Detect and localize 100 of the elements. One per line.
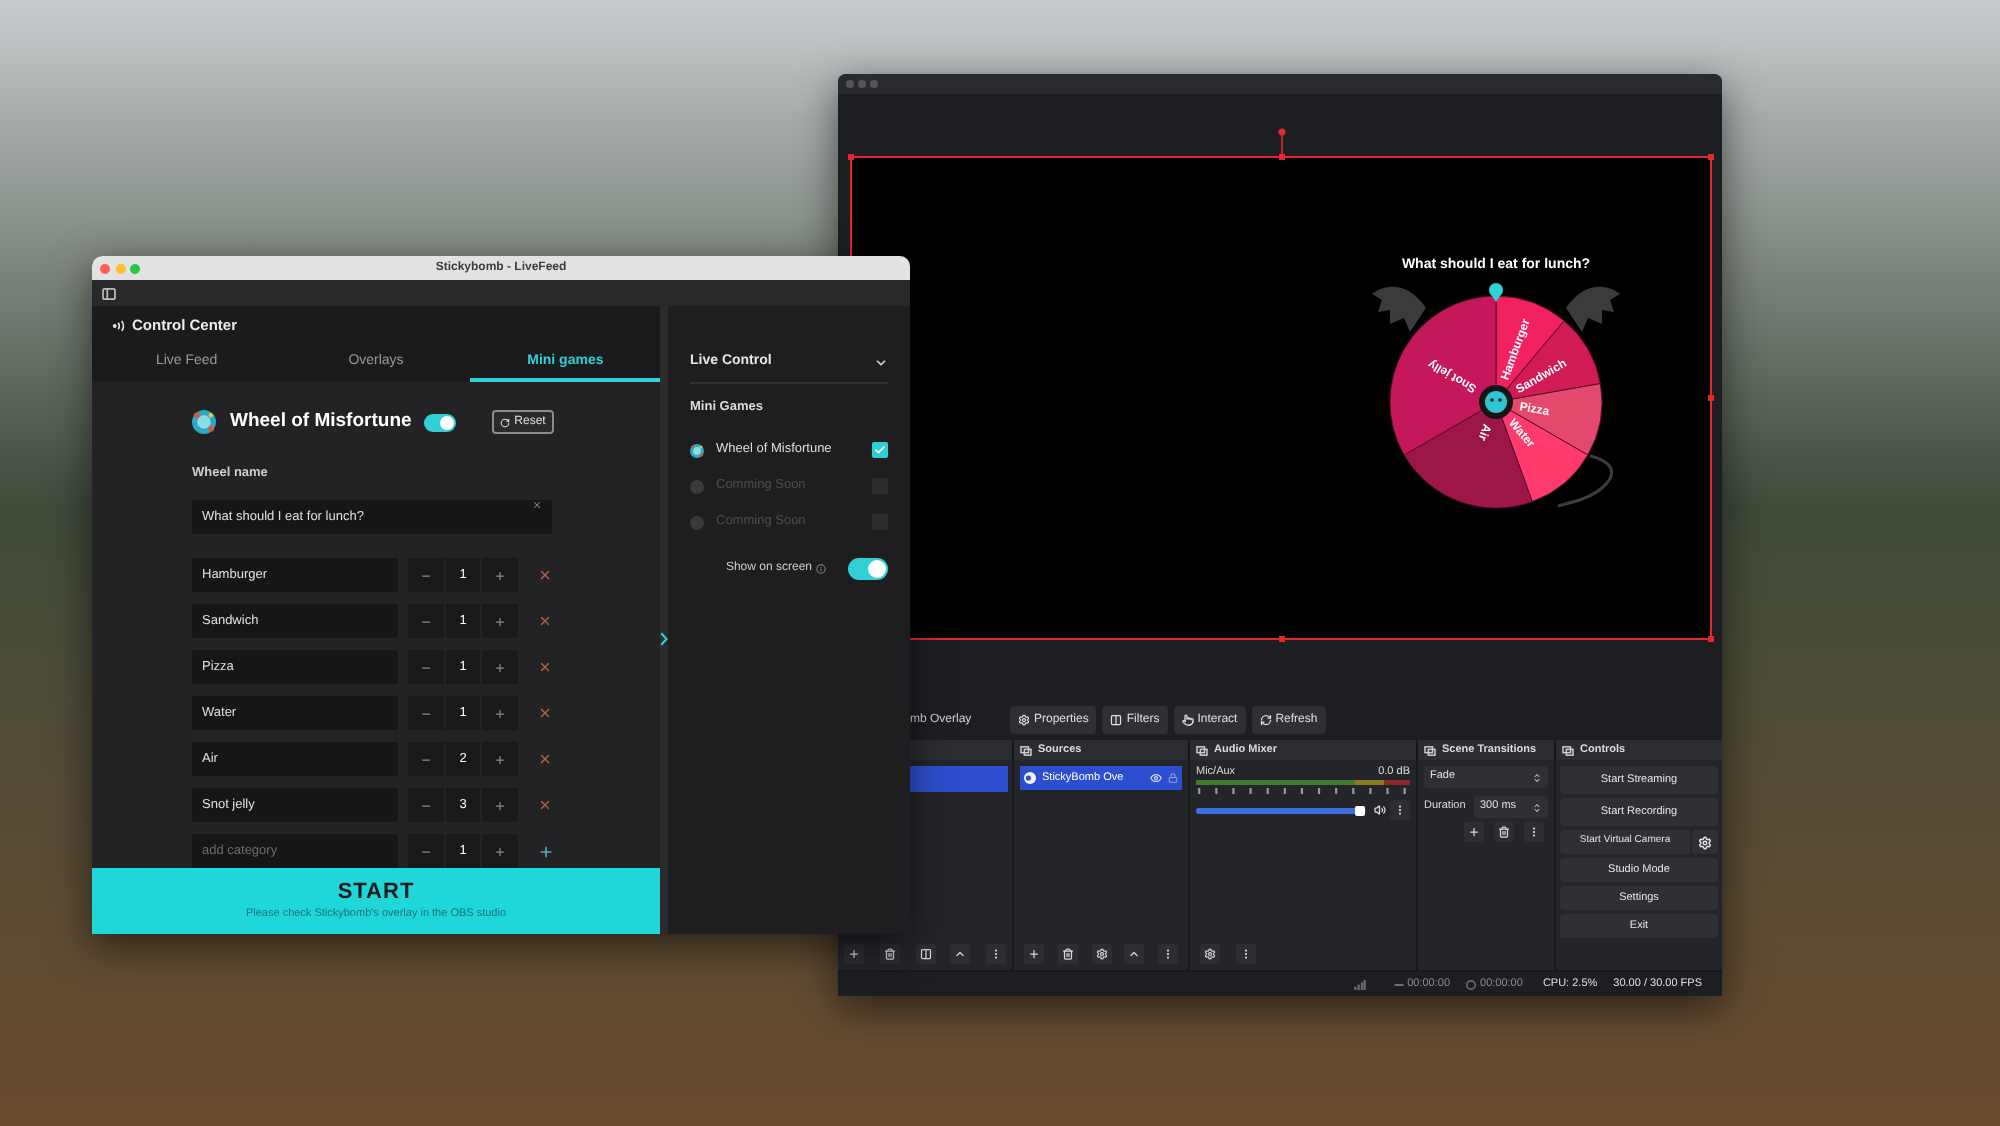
- rotate-handle[interactable]: [1277, 128, 1285, 156]
- hub-icon: [1479, 385, 1513, 419]
- delete-icon[interactable]: [538, 752, 552, 766]
- resize-handle[interactable]: [1708, 154, 1714, 160]
- increment-button[interactable]: [482, 650, 518, 684]
- toggle-switch[interactable]: [423, 413, 456, 431]
- close-button[interactable]: [100, 263, 110, 273]
- delete-icon[interactable]: [538, 614, 552, 628]
- resize-handle[interactable]: [848, 154, 854, 160]
- zoom-button[interactable]: [870, 80, 878, 88]
- refresh-icon: [500, 417, 511, 427]
- chevron-up-icon: [1128, 948, 1141, 960]
- minus-icon: [420, 845, 432, 857]
- settings-button[interactable]: [1091, 944, 1111, 964]
- game-icon: [192, 410, 216, 434]
- eye-icon[interactable]: [1150, 772, 1162, 784]
- start-button[interactable]: START: [337, 880, 415, 906]
- columns-icon: [919, 948, 931, 960]
- broadcast-icon: [112, 320, 126, 332]
- add-button[interactable]: [1024, 944, 1044, 964]
- menu-button[interactable]: [1524, 822, 1544, 842]
- sidebar-icon[interactable]: [102, 287, 116, 299]
- dock-icon: [1020, 745, 1032, 755]
- menu-button[interactable]: [1236, 944, 1256, 964]
- tail-shape: [1557, 454, 1613, 508]
- delete-icon[interactable]: [538, 660, 552, 674]
- refresh-icon: [1259, 714, 1272, 726]
- menu-button[interactable]: [986, 944, 1006, 964]
- speaker-icon[interactable]: [1374, 804, 1386, 816]
- delete-icon[interactable]: [538, 706, 552, 720]
- menu-button[interactable]: [1158, 944, 1178, 964]
- chevron-up-icon: [954, 948, 967, 960]
- checkbox[interactable]: [872, 442, 888, 458]
- plus-icon: [494, 569, 506, 581]
- plus-icon: [1468, 826, 1480, 838]
- increment-button[interactable]: [482, 558, 518, 592]
- increment-button[interactable]: [482, 742, 518, 776]
- game-icon: [690, 515, 704, 529]
- add-icon[interactable]: [538, 843, 554, 859]
- chevron-down-icon[interactable]: [874, 355, 888, 369]
- game-title: Wheel of Misfortune: [230, 407, 412, 436]
- resize-handle[interactable]: [1278, 154, 1284, 160]
- dock-icon: [1424, 745, 1436, 755]
- lock-icon[interactable]: [1168, 772, 1178, 784]
- settings-button[interactable]: [1200, 944, 1220, 964]
- minus-icon: [420, 569, 432, 581]
- plus-icon: [494, 799, 506, 811]
- increment-button[interactable]: [482, 696, 518, 730]
- settings-button[interactable]: [1692, 830, 1718, 854]
- wing-shape: [1566, 286, 1620, 332]
- delete-button[interactable]: [1057, 944, 1078, 964]
- game-icon: [690, 479, 704, 493]
- plus-icon: [494, 845, 506, 857]
- dock-icon: [1196, 745, 1208, 755]
- minus-icon: [420, 753, 432, 765]
- close-button[interactable]: [846, 80, 854, 88]
- hand-icon: [1181, 714, 1194, 726]
- trash-icon: [883, 948, 896, 960]
- updown-icon: [1532, 771, 1542, 783]
- delete-icon[interactable]: [538, 798, 552, 812]
- gear-icon: [1018, 714, 1030, 726]
- plus-icon: [494, 753, 506, 765]
- columns-icon: [1110, 714, 1123, 726]
- resize-handle[interactable]: [1708, 395, 1714, 401]
- source-icon: [1024, 772, 1036, 784]
- wing-shape: [1372, 286, 1426, 332]
- trash-icon: [1061, 948, 1074, 960]
- settings-icon: [1095, 948, 1107, 960]
- slider-thumb[interactable]: [1354, 805, 1365, 815]
- clear-icon[interactable]: [532, 500, 542, 510]
- minimize-button[interactable]: [858, 80, 866, 88]
- pointer-icon: [1489, 283, 1503, 302]
- settings-icon: [1204, 948, 1216, 960]
- increment-button[interactable]: [482, 788, 518, 822]
- delete-button[interactable]: [879, 944, 900, 964]
- filter-button[interactable]: [915, 944, 935, 964]
- delete-icon[interactable]: [538, 568, 552, 582]
- plus-icon: [848, 948, 860, 960]
- plus-icon: [494, 615, 506, 627]
- signal-icon: [1353, 979, 1366, 989]
- settings-icon: [1698, 835, 1712, 849]
- move-up-button[interactable]: [950, 944, 971, 964]
- minus-icon: [420, 661, 432, 673]
- game-icon: [690, 443, 704, 457]
- move-up-button[interactable]: [1124, 944, 1145, 964]
- trash-icon: [1498, 826, 1510, 838]
- toggle-switch[interactable]: [848, 558, 888, 580]
- increment-button[interactable]: [482, 604, 518, 638]
- add-button[interactable]: [1464, 822, 1484, 842]
- minus-icon: [420, 799, 432, 811]
- add-button[interactable]: [844, 944, 864, 964]
- resize-handle[interactable]: [1278, 636, 1284, 642]
- delete-button[interactable]: [1494, 822, 1514, 842]
- increment-button[interactable]: [482, 834, 518, 868]
- plus-icon: [1028, 948, 1040, 960]
- menu-button[interactable]: [1390, 800, 1410, 820]
- plus-icon: [494, 707, 506, 719]
- chevron-right-icon[interactable]: [660, 632, 668, 646]
- info-icon[interactable]: [816, 564, 826, 574]
- resize-handle[interactable]: [1708, 636, 1714, 642]
